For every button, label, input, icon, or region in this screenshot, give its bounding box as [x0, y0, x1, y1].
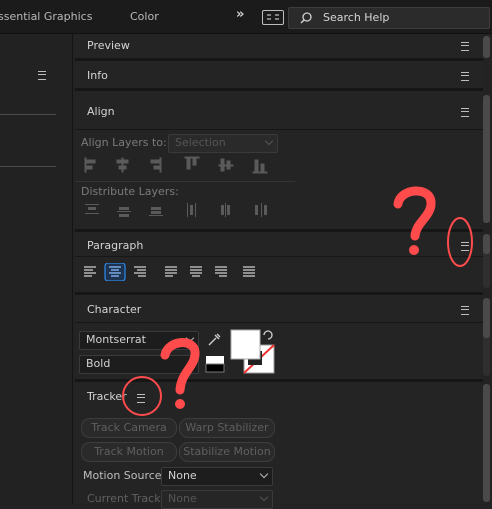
- circle-annotation: [122, 376, 162, 416]
- question-mark-annotation: [160, 338, 200, 409]
- circle-annotation: [447, 217, 473, 267]
- question-mark-annotation: [393, 186, 436, 255]
- annotation-overlay: [122, 186, 473, 416]
